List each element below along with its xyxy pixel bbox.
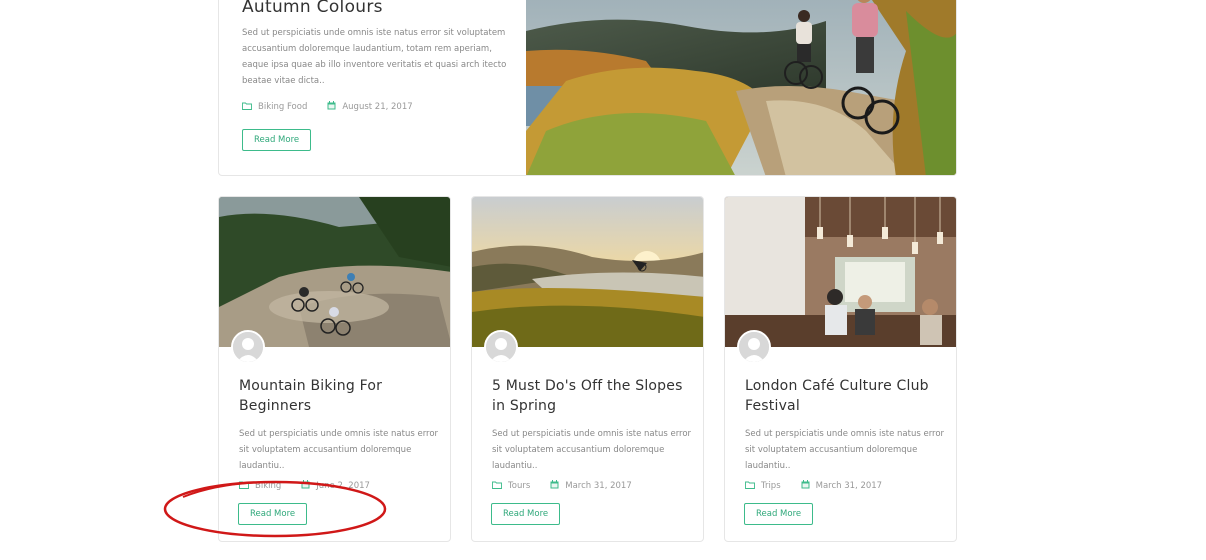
featured-post-image[interactable] xyxy=(526,0,956,175)
post-card-title[interactable]: Mountain Biking For Beginners xyxy=(239,376,439,416)
featured-post-excerpt: Sed ut perspiciatis unde omnis iste natu… xyxy=(242,28,507,86)
folder-icon xyxy=(492,481,502,492)
featured-post-category[interactable]: Biking Food xyxy=(242,102,307,113)
post-card-category[interactable]: Trips xyxy=(745,481,781,492)
calendar-icon xyxy=(327,101,336,113)
post-card-category-label: Biking xyxy=(255,481,282,491)
post-card-date-label: March 31, 2017 xyxy=(565,481,632,491)
calendar-icon xyxy=(550,480,559,492)
post-card-category[interactable]: Biking xyxy=(239,481,281,492)
post-card-title[interactable]: London Café Culture Club Festival xyxy=(745,376,945,416)
author-avatar[interactable] xyxy=(737,330,771,364)
featured-post-category-label: Biking Food xyxy=(258,102,308,112)
calendar-icon xyxy=(301,480,310,492)
post-card-title[interactable]: 5 Must Do's Off the Slopes in Spring xyxy=(492,376,692,416)
post-card-meta: Trips March 31, 2017 xyxy=(745,480,902,492)
post-card-meta: Tours March 31, 2017 xyxy=(492,480,652,492)
featured-post-date-label: August 21, 2017 xyxy=(342,102,413,112)
featured-post-card: Autumn Colours Sed ut perspiciatis unde … xyxy=(218,0,957,176)
post-card-date-label: June 2, 2017 xyxy=(316,481,370,491)
read-more-button[interactable]: Read More xyxy=(238,503,308,525)
post-card-excerpt: Sed ut perspiciatis unde omnis iste natu… xyxy=(239,429,439,471)
post-card-body: 5 Must Do's Off the Slopes in Spring Sed… xyxy=(492,376,692,474)
featured-post-date: August 21, 2017 xyxy=(327,101,413,113)
post-card-body: Mountain Biking For Beginners Sed ut per… xyxy=(239,376,439,474)
post-card-image[interactable] xyxy=(219,197,450,347)
folder-icon xyxy=(745,481,755,492)
post-card: 5 Must Do's Off the Slopes in Spring Sed… xyxy=(471,196,704,542)
post-card-date: March 31, 2017 xyxy=(550,480,632,492)
post-card-image[interactable] xyxy=(725,197,956,347)
post-card: London Café Culture Club Festival Sed ut… xyxy=(724,196,957,542)
folder-icon xyxy=(239,481,249,492)
calendar-icon xyxy=(801,480,810,492)
post-card-date: March 31, 2017 xyxy=(801,480,882,492)
post-card-image[interactable] xyxy=(472,197,703,347)
featured-post-title[interactable]: Autumn Colours xyxy=(242,0,383,17)
read-more-button[interactable]: Read More xyxy=(744,503,814,525)
post-card-excerpt: Sed ut perspiciatis unde omnis iste natu… xyxy=(745,429,945,471)
post-card: Mountain Biking For Beginners Sed ut per… xyxy=(218,196,451,542)
folder-icon xyxy=(242,102,252,113)
post-card-category-label: Trips xyxy=(761,481,781,491)
featured-read-more-button[interactable]: Read More xyxy=(242,129,312,151)
read-more-button[interactable]: Read More xyxy=(491,503,561,525)
post-card-meta: Biking June 2, 2017 xyxy=(239,480,390,492)
post-card-excerpt: Sed ut perspiciatis unde omnis iste natu… xyxy=(492,429,692,471)
featured-post-meta: Biking Food August 21, 2017 xyxy=(242,101,433,113)
author-avatar[interactable] xyxy=(231,330,265,364)
post-card-category-label: Tours xyxy=(508,481,531,491)
author-avatar[interactable] xyxy=(484,330,518,364)
post-card-body: London Café Culture Club Festival Sed ut… xyxy=(745,376,945,474)
post-card-date: June 2, 2017 xyxy=(301,480,370,492)
post-card-category[interactable]: Tours xyxy=(492,481,530,492)
post-card-date-label: March 31, 2017 xyxy=(815,481,883,491)
